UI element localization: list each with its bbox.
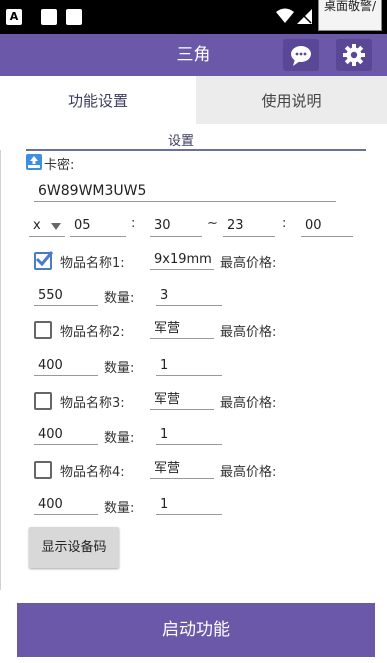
item1-name-input[interactable]: 9x19mm — [150, 250, 214, 270]
item4-qty-label: 数量: — [104, 501, 135, 516]
chat-button[interactable] — [283, 39, 319, 71]
item4-price-input[interactable]: 400 — [34, 495, 98, 515]
notification-icon — [66, 9, 82, 25]
end-hour-input[interactable]: 23 — [223, 215, 275, 237]
item1-price-label: 最高价格: — [220, 256, 277, 271]
section-title: 设置 — [168, 134, 195, 149]
start-function-button[interactable]: 启动功能 — [17, 603, 375, 657]
top-icon — [26, 154, 42, 170]
chat-icon — [291, 46, 311, 66]
dropdown-arrow-icon — [51, 223, 61, 230]
tab-instructions[interactable]: 使用说明 — [196, 76, 387, 124]
content-edge — [0, 150, 5, 590]
checkmark-icon — [35, 251, 53, 267]
show-device-code-button[interactable]: 显示设备码 — [29, 527, 119, 568]
start-hour-input[interactable]: 05 — [70, 215, 126, 237]
item2-checkbox[interactable] — [34, 321, 52, 339]
item3-price-input[interactable]: 400 — [34, 425, 98, 445]
time-range-tilde: ~ — [207, 216, 218, 231]
item2-price-input[interactable]: 400 — [34, 356, 98, 376]
item1-qty-input[interactable]: 3 — [156, 286, 222, 306]
item2-price-label: 最高价格: — [220, 325, 277, 340]
day-select[interactable]: x — [29, 215, 65, 237]
item3-qty-input[interactable]: 1 — [156, 425, 222, 445]
status-tooltip: 桌面敬警/ — [318, 0, 382, 31]
app-bar: 三角 — [0, 34, 387, 76]
item4-qty-input[interactable]: 1 — [156, 495, 222, 515]
settings-button[interactable] — [336, 39, 372, 71]
item3-label: 物品名称3: — [60, 396, 125, 411]
signal-icon — [297, 9, 312, 24]
item2-qty-input[interactable]: 1 — [156, 356, 222, 376]
item4-checkbox[interactable] — [34, 461, 52, 479]
notification-icon — [41, 9, 57, 25]
item4-price-label: 最高价格: — [220, 465, 277, 480]
time-separator: : — [131, 216, 136, 231]
item4-name-input[interactable]: 军营 — [150, 459, 214, 479]
item3-qty-label: 数量: — [104, 431, 135, 446]
tab-bar: 功能设置 使用说明 — [0, 76, 387, 124]
item4-label: 物品名称4: — [60, 465, 125, 480]
tab-function-settings[interactable]: 功能设置 — [0, 76, 196, 124]
time-separator: : — [282, 216, 287, 231]
item2-label: 物品名称2: — [60, 325, 125, 340]
start-minute-input[interactable]: 30 — [150, 215, 202, 237]
card-label: 卡密: — [44, 158, 75, 173]
section-divider — [26, 149, 366, 151]
item3-price-label: 最高价格: — [220, 396, 277, 411]
wifi-icon — [276, 8, 294, 23]
app-title: 三角 — [176, 45, 211, 65]
item1-price-input[interactable]: 550 — [34, 286, 98, 306]
gear-icon — [343, 44, 365, 66]
card-key-input[interactable]: 6W89WM3UW5 — [34, 180, 336, 202]
notification-a-icon: A — [6, 9, 22, 25]
item2-qty-label: 数量: — [104, 361, 135, 376]
item1-checkbox[interactable] — [34, 251, 53, 270]
item2-name-input[interactable]: 军营 — [150, 319, 214, 339]
end-minute-input[interactable]: 00 — [301, 215, 353, 237]
item1-label: 物品名称1: — [60, 256, 125, 271]
day-select-value: x — [33, 218, 41, 233]
item1-qty-label: 数量: — [104, 291, 135, 306]
item3-name-input[interactable]: 军营 — [150, 390, 214, 410]
item3-checkbox[interactable] — [34, 392, 52, 410]
status-bar: A 桌面敬警/ — [0, 0, 387, 34]
